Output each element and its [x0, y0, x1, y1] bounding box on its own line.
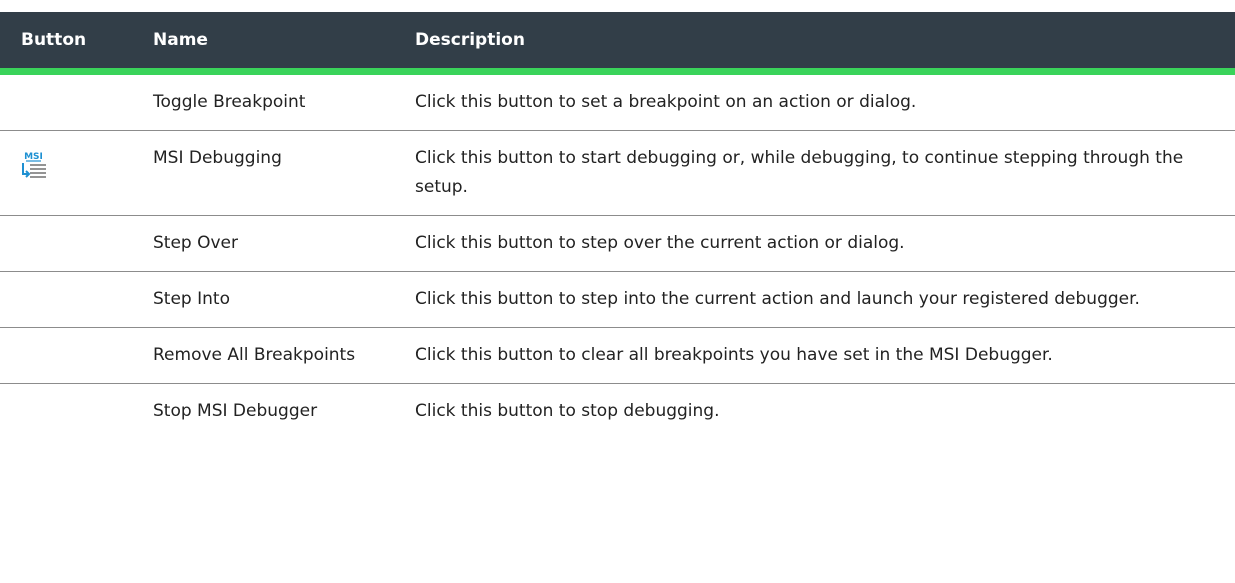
header-button: Button [0, 12, 138, 75]
button-description: Click this button to set a breakpoint on… [400, 71, 1235, 131]
button-name: MSI Debugging [138, 130, 400, 216]
button-name: Step Into [138, 271, 400, 328]
header-row: Button Name Description [0, 12, 1235, 75]
table-body: Toggle Breakpoint Click this button to s… [0, 71, 1235, 439]
button-name: Stop MSI Debugger [153, 400, 318, 421]
header-name: Name [138, 12, 400, 75]
header-description: Description [400, 12, 1235, 75]
table-row: Toggle Breakpoint Click this button to s… [0, 71, 1235, 131]
button-description: Click this button to step over the curre… [400, 215, 1235, 272]
button-description: Click this button to clear all breakpoin… [400, 327, 1235, 384]
table-row: MSI MSI Debugging Click this button to s… [0, 130, 1235, 216]
button-reference-table: Button Name Description Toggle Breakpoin… [0, 12, 1235, 439]
button-cell [0, 327, 138, 384]
button-cell [0, 383, 138, 439]
table-row: Step Over Click this button to step over… [0, 215, 1235, 272]
button-description: Click this button to stop debugging. [415, 400, 720, 421]
button-cell [0, 71, 138, 131]
button-description: Click this button to step into the curre… [400, 271, 1235, 328]
button-cell [0, 215, 138, 272]
msi-debugging-icon: MSI [18, 150, 48, 184]
button-cell [0, 271, 138, 328]
table-row: Step Into Click this button to step into… [0, 271, 1235, 328]
table-row: Stop MSI Debugger Click this button to s… [0, 383, 1235, 439]
button-description: Click this button to start debugging or,… [400, 130, 1235, 216]
table-header: Button Name Description [0, 12, 1235, 75]
button-name: Remove All Breakpoints [138, 327, 400, 384]
button-name: Step Over [138, 215, 400, 272]
button-name: Toggle Breakpoint [138, 71, 400, 131]
button-cell: MSI [0, 130, 138, 216]
table-row: Remove All Breakpoints Click this button… [0, 327, 1235, 384]
